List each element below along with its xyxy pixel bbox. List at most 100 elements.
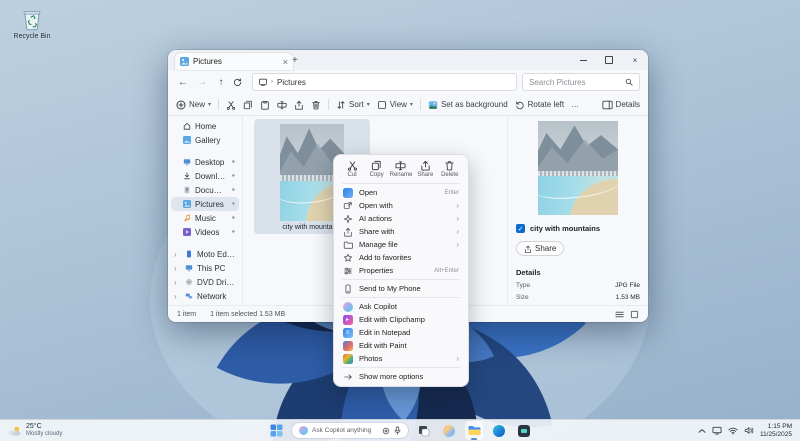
details-heading: Details (516, 268, 640, 277)
sidebar-item-home[interactable]: Home (171, 119, 239, 133)
tray-chevron-up-icon[interactable] (698, 428, 706, 434)
taskbar-app-copilot[interactable] (440, 421, 458, 440)
cut-button[interactable] (226, 100, 236, 110)
manage-file-icon (343, 240, 353, 250)
weather-widget[interactable]: 25°C Mostly cloudy (0, 420, 69, 441)
back-button[interactable]: ← (176, 77, 190, 88)
sidebar-item-desktop[interactable]: Desktop (171, 155, 239, 169)
sidebar-item-downloads[interactable]: Downloads (171, 169, 239, 183)
task-view-button[interactable] (415, 421, 433, 440)
submenu-arrow-icon: › (456, 214, 459, 223)
search-input[interactable]: Search Pictures (522, 73, 640, 91)
maximize-button[interactable] (596, 50, 622, 70)
sidebar-item-network[interactable]: › Network (171, 289, 239, 303)
properties-icon (343, 266, 353, 276)
taskbar-app-file-explorer[interactable] (465, 421, 483, 440)
menu-item-edit-in-notepad[interactable]: ≡ Edit in Notepad (334, 326, 468, 339)
menu-item-open[interactable]: Open Enter (334, 186, 468, 199)
new-icon (176, 100, 186, 110)
details-pane-toggle[interactable]: Details (602, 100, 640, 110)
quick-action-share[interactable]: Share (414, 160, 436, 178)
menu-item-photos[interactable]: Photos › (334, 352, 468, 365)
quick-action-copy[interactable]: Copy (366, 160, 388, 178)
delete-button[interactable] (311, 100, 321, 110)
rename-button[interactable] (277, 100, 287, 110)
share-file-button[interactable]: Share (516, 241, 564, 256)
sidebar-item-dvd-drive[interactable]: › DVD Drive (D:) C (171, 275, 239, 289)
paste-button[interactable] (260, 100, 270, 110)
new-tab-button[interactable]: + (292, 55, 298, 66)
taskbar-app-edge[interactable] (490, 421, 508, 440)
pin-icon (230, 159, 236, 165)
menu-item-ask-copilot[interactable]: Ask Copilot (334, 300, 468, 313)
menu-item-properties[interactable]: Properties Alt+Enter (334, 264, 468, 277)
mic-icon[interactable] (394, 426, 401, 435)
more-options-button[interactable]: … (571, 100, 579, 109)
pin-icon (230, 187, 236, 193)
chevron-right-icon[interactable]: › (174, 250, 181, 259)
menu-item-show-more-options[interactable]: Show more options (334, 370, 468, 383)
menu-item-open-with[interactable]: Open with › (334, 199, 468, 212)
this-pc-icon (185, 264, 193, 272)
recycle-bin-shortcut[interactable]: Recycle Bin (8, 6, 56, 40)
taskbar-search[interactable]: Ask Copilot anything (292, 423, 408, 438)
quick-action-cut[interactable]: Cut (341, 160, 363, 178)
refresh-button[interactable] (233, 78, 247, 87)
forward-button[interactable]: → (195, 77, 209, 88)
minimize-button[interactable] (570, 50, 596, 70)
wifi-icon[interactable] (728, 427, 738, 435)
address-bar[interactable]: › Pictures (252, 73, 517, 91)
copy-button[interactable] (243, 100, 253, 110)
desktop-icon (183, 158, 191, 166)
menu-item-edit-with-paint[interactable]: Edit with Paint (334, 339, 468, 352)
share-button-toolbar[interactable] (294, 100, 304, 110)
chevron-right-icon[interactable]: › (174, 278, 181, 287)
submenu-arrow-icon: › (456, 240, 459, 249)
address-bar-row: ← → ↑ › Pictures Search Pictures (168, 70, 648, 94)
start-button[interactable] (267, 421, 285, 440)
chevron-right-icon[interactable]: › (174, 292, 181, 301)
documents-icon (183, 186, 191, 194)
quick-action-rename[interactable]: Rename (390, 160, 412, 178)
menu-item-ai-actions[interactable]: AI actions › (334, 212, 468, 225)
titlebar[interactable]: Pictures × + × (168, 50, 648, 70)
tab-close-icon[interactable]: × (283, 57, 288, 67)
close-button[interactable]: × (622, 50, 648, 70)
favorites-star-icon (343, 253, 353, 263)
sidebar-item-pictures[interactable]: Pictures (171, 197, 239, 211)
sidebar-item-videos[interactable]: Videos (171, 225, 239, 239)
sidebar-item-documents[interactable]: Documents (171, 183, 239, 197)
thumbnail-view-toggle-icon[interactable] (630, 310, 639, 319)
up-button[interactable]: ↑ (214, 77, 228, 88)
explorer-tab-pictures[interactable]: Pictures × (175, 53, 293, 70)
volume-icon[interactable] (744, 426, 754, 435)
menu-item-edit-with-clipchamp[interactable]: ▸ Edit with Clipchamp (334, 313, 468, 326)
sidebar-item-gallery[interactable]: Gallery (171, 133, 239, 147)
quick-action-delete[interactable]: Delete (439, 160, 461, 178)
view-button[interactable]: View▾ (377, 100, 413, 110)
paint-icon (343, 341, 353, 351)
taskbar-app-store[interactable] (515, 421, 533, 440)
file-checkbox[interactable]: ✓ (516, 224, 525, 233)
sidebar-item-this-pc[interactable]: › This PC (171, 261, 239, 275)
submenu-arrow-icon: › (456, 227, 459, 236)
rotate-left-button[interactable]: Rotate left (515, 100, 564, 110)
menu-item-add-to-favorites[interactable]: Add to favorites (334, 251, 468, 264)
weather-icon (7, 425, 22, 437)
breadcrumb-pictures[interactable]: Pictures (277, 78, 306, 87)
taskbar-clock[interactable]: 1:15 PM 11/25/2025 (760, 423, 792, 439)
new-button[interactable]: New▾ (176, 100, 211, 110)
pin-icon (230, 229, 236, 235)
set-as-background-button[interactable]: Set as background (428, 100, 508, 110)
menu-item-send-to-my-phone[interactable]: Send to My Phone (334, 282, 468, 295)
tray-display-icon[interactable] (712, 426, 722, 435)
list-view-toggle-icon[interactable] (615, 310, 624, 319)
windows-logo-icon (270, 424, 283, 437)
menu-item-share-with[interactable]: Share with › (334, 225, 468, 238)
sidebar-item-phone[interactable]: › Moto Edge 50 N (171, 247, 239, 261)
menu-item-manage-file[interactable]: Manage file › (334, 238, 468, 251)
sidebar-item-music[interactable]: Music (171, 211, 239, 225)
sort-button[interactable]: Sort▾ (336, 100, 370, 110)
submenu-arrow-icon: › (456, 354, 459, 363)
chevron-right-icon[interactable]: › (174, 264, 181, 273)
